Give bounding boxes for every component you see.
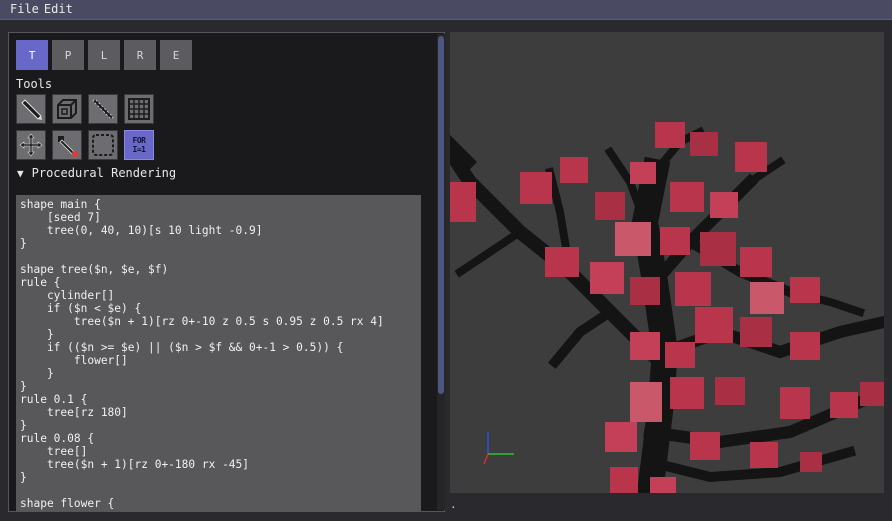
eyedropper-icon bbox=[58, 136, 78, 157]
collapse-arrow-icon: ▼ bbox=[17, 167, 24, 180]
selection-tool-button[interactable] bbox=[88, 130, 118, 160]
line-tool-button[interactable] bbox=[88, 94, 118, 124]
3d-viewport[interactable] bbox=[450, 32, 884, 493]
pencil-icon bbox=[21, 99, 42, 120]
tab-r[interactable]: R bbox=[124, 40, 156, 70]
procedural-rendering-title: Procedural Rendering bbox=[31, 166, 177, 180]
line-icon bbox=[92, 98, 114, 120]
procedural-icon-line2: I=1 bbox=[132, 145, 146, 154]
panel-scrollbar[interactable] bbox=[437, 34, 445, 510]
tab-t[interactable]: T bbox=[16, 40, 48, 70]
cube-icon bbox=[57, 99, 77, 119]
tab-l[interactable]: L bbox=[88, 40, 120, 70]
cube-tool-button[interactable] bbox=[52, 94, 82, 124]
grid-tool-button[interactable] bbox=[124, 94, 154, 124]
menu-edit[interactable]: Edit bbox=[44, 2, 73, 16]
menu-bar: File Edit bbox=[0, 0, 892, 20]
procedural-icon-line1: FOR bbox=[132, 136, 146, 145]
code-editor[interactable]: shape main { [seed 7] tree(0, 40, 10)[s … bbox=[16, 195, 421, 511]
tree-branches bbox=[450, 126, 884, 493]
move-tool-button[interactable] bbox=[16, 130, 46, 160]
menu-file[interactable]: File bbox=[10, 2, 39, 16]
procedural-icon: FOR I=1 bbox=[125, 131, 153, 159]
eyedropper-tool-button[interactable] bbox=[52, 130, 82, 160]
tools-panel: T P L R E Tools FOR I=1 ▼ Procedural Ren… bbox=[8, 32, 445, 512]
move-icon bbox=[19, 133, 43, 157]
status-text: . bbox=[450, 498, 457, 511]
procedural-tool-button[interactable]: FOR I=1 bbox=[124, 130, 154, 160]
axis-gizmo bbox=[483, 432, 514, 465]
selection-icon bbox=[92, 134, 114, 156]
code-text: shape main { [seed 7] tree(0, 40, 10)[s … bbox=[20, 198, 384, 510]
procedural-rendering-header[interactable]: ▼ Procedural Rendering bbox=[17, 166, 176, 180]
tab-e[interactable]: E bbox=[160, 40, 192, 70]
scrollbar-thumb[interactable] bbox=[438, 36, 444, 394]
tools-label: Tools bbox=[16, 77, 53, 91]
tab-p[interactable]: P bbox=[52, 40, 84, 70]
pencil-tool-button[interactable] bbox=[16, 94, 46, 124]
voxel-tree-render bbox=[450, 122, 884, 493]
grid-icon bbox=[128, 98, 150, 120]
